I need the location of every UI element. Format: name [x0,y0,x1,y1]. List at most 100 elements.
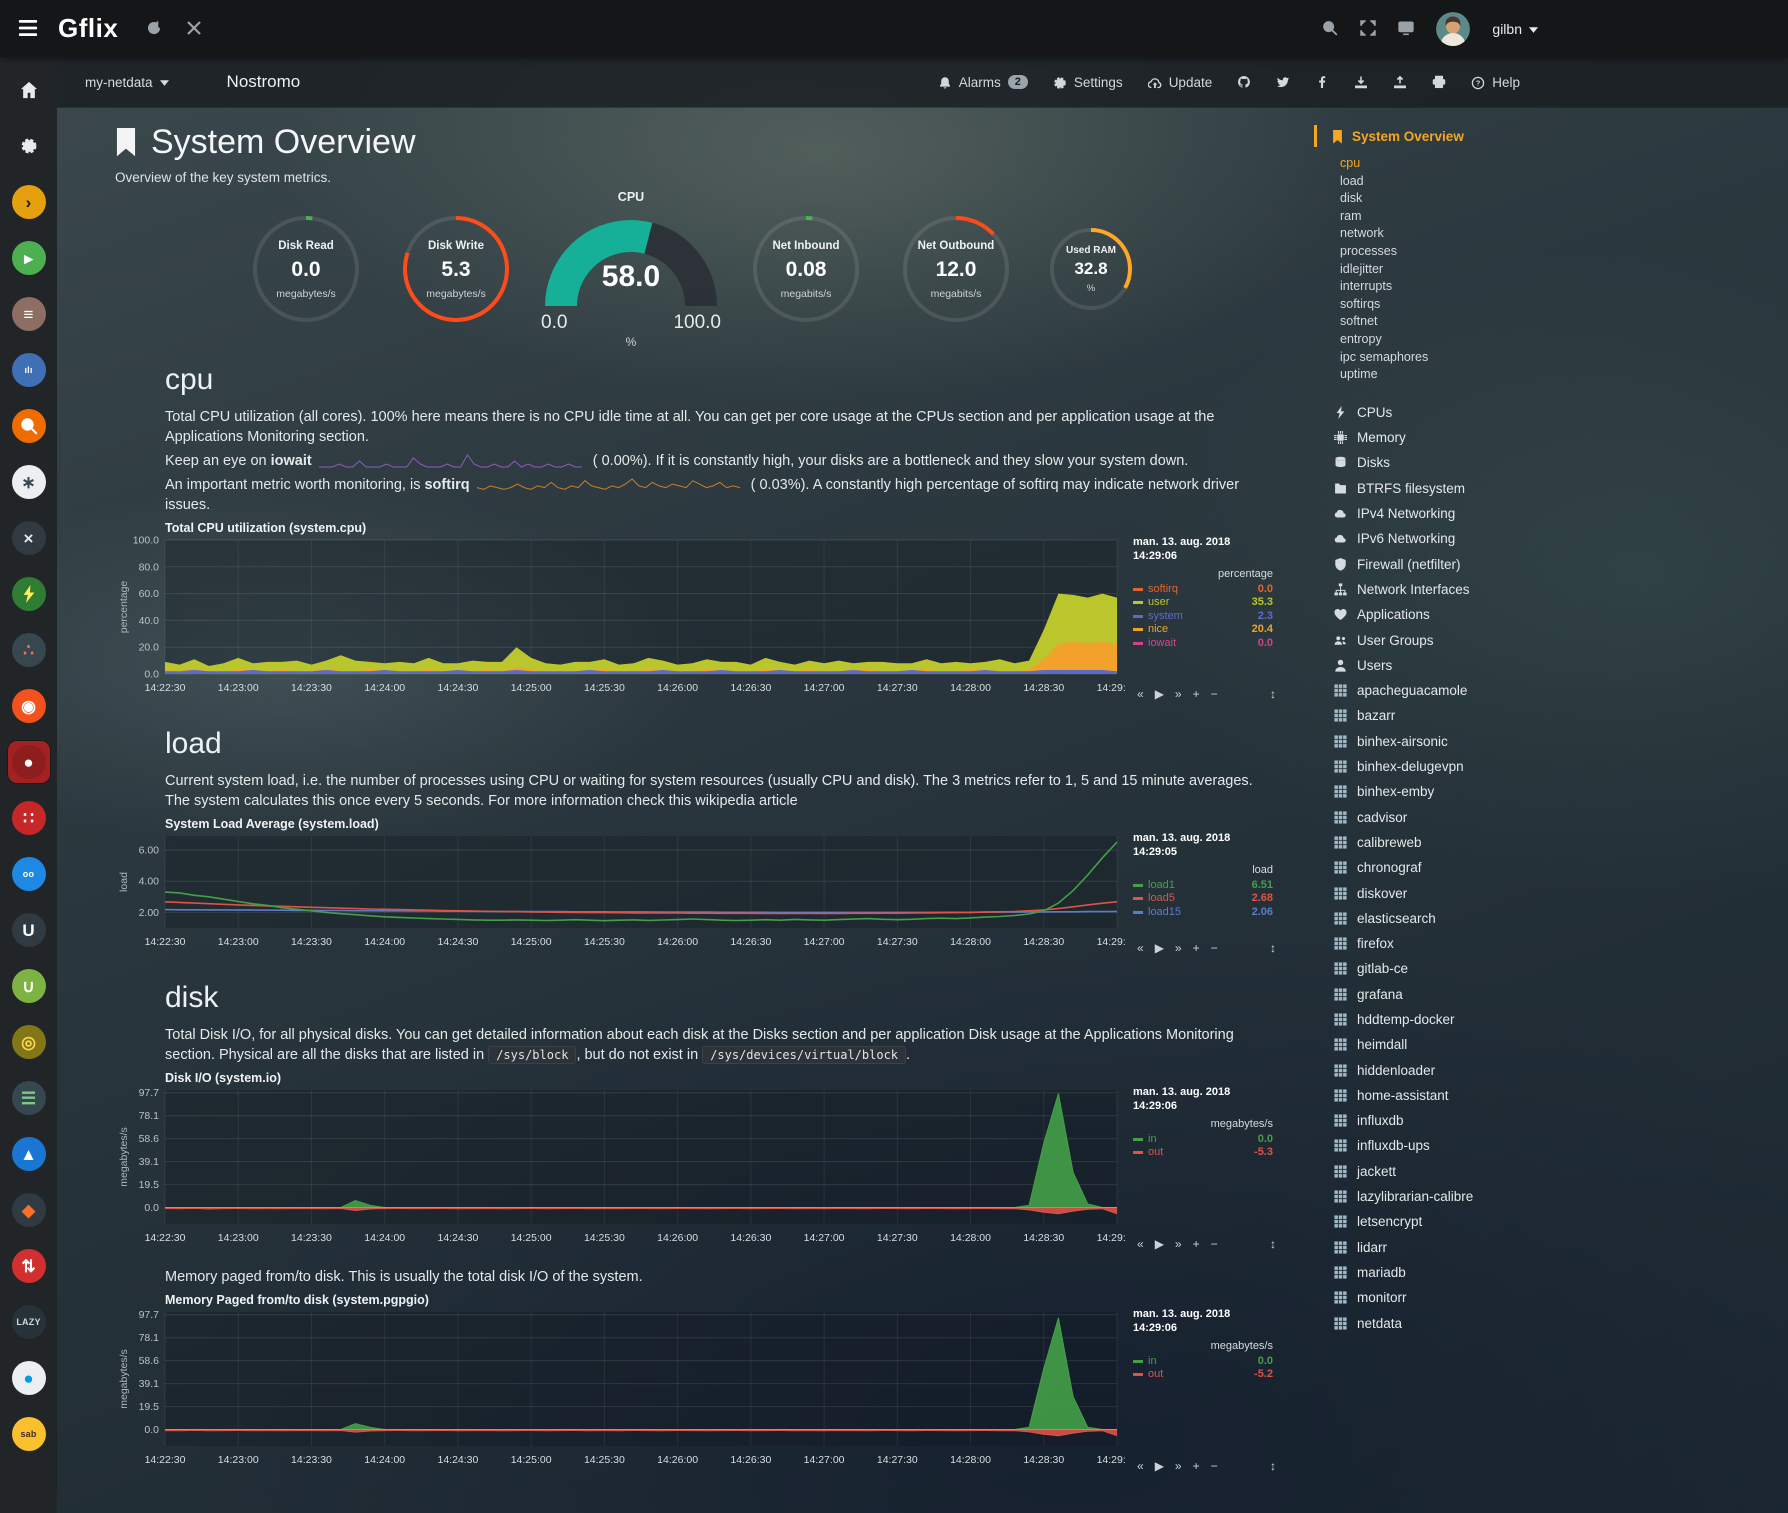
chart-zoom-in-button[interactable]: + [1193,687,1200,701]
sidebar-item-bazarr[interactable]: bazarr [1314,703,1564,728]
sidebar-item-home-assistant[interactable]: home-assistant [1314,1083,1564,1108]
rail-icon-app-11[interactable]: ∴ [8,629,50,671]
rail-icon-app-12[interactable]: ◉ [8,685,50,727]
chart-play-button[interactable]: ▶ [1155,687,1164,701]
legend-row-load1[interactable]: load16.51 [1133,879,1273,893]
chart-zoom-in-button[interactable]: + [1193,1459,1200,1473]
chart-resize-handle[interactable]: ↕ [1270,1459,1276,1473]
chart-pan-backward-button[interactable]: « [1137,941,1144,955]
sidebar-item-calibreweb[interactable]: calibreweb [1314,830,1564,855]
sidebar-item-lazylibrarian-calibre[interactable]: lazylibrarian-calibre [1314,1184,1564,1209]
wikipedia-link[interactable]: wikipedia article [695,793,797,809]
sidebar-item-binhex-airsonic[interactable]: binhex-airsonic [1314,729,1564,754]
rail-icon-app-15[interactable]: oo [8,853,50,895]
alarms-button[interactable]: Alarms 2 [938,74,1028,89]
sidebar-item-system-overview[interactable]: System Overview [1314,125,1564,147]
rail-icon-pihole[interactable]: ● [8,741,50,783]
sidebar-item-chronograf[interactable]: chronograf [1314,855,1564,880]
rail-icon-app-19[interactable]: ☰ [8,1077,50,1119]
chart-canvas[interactable]: 14:22:3014:23:0014:23:3014:24:0014:24:30… [115,1086,1125,1248]
facebook-icon[interactable] [1315,75,1329,89]
chart-pan-forward-button[interactable]: » [1175,941,1182,955]
rail-icon-transmission[interactable]: ⇅ [8,1245,50,1287]
sidebar-sub-load[interactable]: load [1340,173,1564,191]
chart-pan-backward-button[interactable]: « [1137,1237,1144,1251]
download-icon[interactable] [1354,75,1368,89]
rail-icon-settings[interactable] [8,125,50,167]
sidebar-item-mariadb[interactable]: mariadb [1314,1260,1564,1285]
search-icon[interactable] [1322,20,1338,38]
sidebar-item-ipv4-networking[interactable]: IPv4 Networking [1314,501,1564,526]
github-icon[interactable] [1237,75,1251,89]
sidebar-item-elasticsearch[interactable]: elasticsearch [1314,906,1564,931]
sidebar-sub-idlejitter[interactable]: idlejitter [1340,261,1564,279]
sidebar-item-influxdb[interactable]: influxdb [1314,1108,1564,1133]
chart-zoom-in-button[interactable]: + [1193,941,1200,955]
sidebar-sub-ipc-semaphores[interactable]: ipc semaphores [1340,349,1564,367]
chart-zoom-out-button[interactable]: − [1211,1237,1218,1251]
sidebar-item-cpus[interactable]: CPUs [1314,400,1564,425]
sidebar-item-cadvisor[interactable]: cadvisor [1314,804,1564,829]
sidebar-item-monitorr[interactable]: monitorr [1314,1285,1564,1310]
legend-row-out[interactable]: out-5.2 [1133,1368,1273,1382]
refresh-icon[interactable] [146,20,162,38]
sidebar-item-gitlab-ce[interactable]: gitlab-ce [1314,956,1564,981]
twitter-icon[interactable] [1276,75,1290,89]
gauge-cpu[interactable]: CPU 58.0 0.0100.0 % [531,190,731,349]
softirq-sparkline[interactable] [476,477,741,493]
sidebar-sub-softirqs[interactable]: softirqs [1340,296,1564,314]
chart-zoom-out-button[interactable]: − [1211,941,1218,955]
rail-icon-app-5[interactable]: ≡ [8,293,50,335]
legend-row-out[interactable]: out-5.3 [1133,1146,1273,1160]
rail-icon-unifi[interactable]: U [8,909,50,951]
gauge-net-outbound[interactable]: Net Outbound 12.0 megabits/s [881,214,1031,324]
sidebar-item-firewall-netfilter-[interactable]: Firewall (netfilter) [1314,552,1564,577]
rail-icon-lazylibrarian[interactable]: LAZY [8,1301,50,1343]
chart-zoom-out-button[interactable]: − [1211,1459,1218,1473]
rail-icon-home[interactable] [8,69,50,111]
chart-resize-handle[interactable]: ↕ [1270,687,1276,701]
sidebar-item-ipv6-networking[interactable]: IPv6 Networking [1314,526,1564,551]
sidebar-item-binhex-delugevpn[interactable]: binhex-delugevpn [1314,754,1564,779]
sidebar-item-lidarr[interactable]: lidarr [1314,1235,1564,1260]
legend-row-iowait[interactable]: iowait0.0 [1133,637,1273,651]
legend-row-load15[interactable]: load152.06 [1133,906,1273,920]
fullscreen-icon[interactable] [1360,20,1376,38]
gauge-net-inbound[interactable]: Net Inbound 0.08 megabits/s [731,214,881,324]
sidebar-item-grafana[interactable]: grafana [1314,982,1564,1007]
rail-icon-gitlab[interactable]: ◆ [8,1189,50,1231]
sidebar-sub-cpu[interactable]: cpu [1340,155,1564,173]
sidebar-sub-interrupts[interactable]: interrupts [1340,278,1564,296]
chart-pan-backward-button[interactable]: « [1137,687,1144,701]
chart-play-button[interactable]: ▶ [1155,1237,1164,1251]
sidebar-item-applications[interactable]: Applications [1314,602,1564,627]
sidebar-item-hddtemp-docker[interactable]: hddtemp-docker [1314,1007,1564,1032]
chart-play-button[interactable]: ▶ [1155,941,1164,955]
settings-button[interactable]: Settings [1053,74,1123,89]
rail-icon-app-10[interactable] [8,573,50,615]
sidebar-sub-uptime[interactable]: uptime [1340,366,1564,384]
rail-icon-plex[interactable]: › [8,181,50,223]
menu-icon[interactable] [18,20,38,38]
sidebar-item-users[interactable]: Users [1314,653,1564,678]
rail-icon-app-9[interactable]: × [8,517,50,559]
chart-canvas[interactable]: 14:22:3014:23:0014:23:3014:24:0014:24:30… [115,832,1125,952]
rail-icon-sabnzbd[interactable]: sab [8,1413,50,1455]
gauge-disk-write[interactable]: Disk Write 5.3 megabytes/s [381,214,531,324]
sidebar-sub-ram[interactable]: ram [1340,208,1564,226]
sidebar-item-hiddenloader[interactable]: hiddenloader [1314,1057,1564,1082]
legend-row-in[interactable]: in0.0 [1133,1133,1273,1147]
sidebar-item-memory[interactable]: Memory [1314,425,1564,450]
help-button[interactable]: ? Help [1471,74,1520,89]
chart-pan-forward-button[interactable]: » [1175,1459,1182,1473]
sidebar-item-network-interfaces[interactable]: Network Interfaces [1314,577,1564,602]
sidebar-sub-network[interactable]: network [1340,225,1564,243]
sidebar-item-letsencrypt[interactable]: letsencrypt [1314,1209,1564,1234]
avatar[interactable] [1436,12,1470,46]
sidebar-item-disks[interactable]: Disks [1314,450,1564,475]
rail-icon-app-17[interactable]: ∪ [8,965,50,1007]
rail-icon-tautulli[interactable]: ◎ [8,1021,50,1063]
rail-icon-emby[interactable]: ▸ [8,237,50,279]
hostname[interactable]: Nostromo [227,72,301,92]
sidebar-item-apacheguacamole[interactable]: apacheguacamole [1314,678,1564,703]
